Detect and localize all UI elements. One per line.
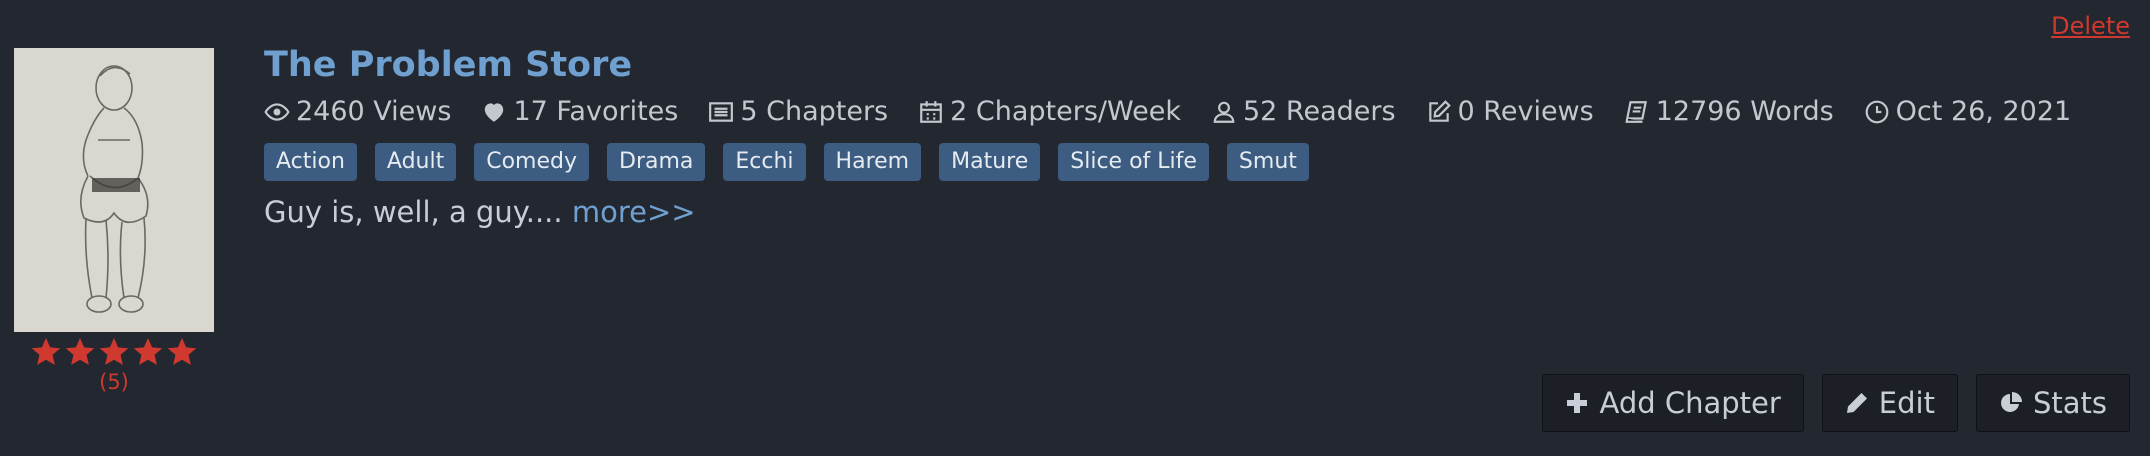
rating: (5) [14,336,214,394]
tag-slice-of-life[interactable]: Slice of Life [1058,143,1209,181]
stats-row: 2460 Views 17 Favorites 5 Chapters 2 Cha… [264,96,2130,127]
more-link[interactable]: more>> [572,195,696,229]
edit-button[interactable]: Edit [1821,374,1958,432]
tag-ecchi[interactable]: Ecchi [723,143,806,181]
tag-comedy[interactable]: Comedy [474,143,589,181]
words-label: 12796 Words [1655,96,1834,127]
action-buttons: Add Chapter Edit Stats [1542,374,2130,432]
rating-count: (5) [99,370,129,394]
rating-stars [14,336,214,368]
calendar-icon [920,100,942,123]
star-icon [167,338,197,365]
chapters-label: 5 Chapters [740,96,889,127]
reviews-stat: 0 Reviews [1426,96,1594,127]
tag-adult[interactable]: Adult [374,143,457,181]
star-icon [99,338,129,365]
list-icon [709,101,734,122]
story-details: The Problem Store 2460 Views 17 Favorite… [264,40,2130,229]
stats-button[interactable]: Stats [1975,374,2130,432]
description-text: Guy is, well, a guy.... [264,195,563,229]
add-chapter-button[interactable]: Add Chapter [1542,374,1804,432]
views-stat: 2460 Views [264,96,451,127]
user-icon [1213,101,1235,123]
star-icon [133,338,163,365]
story-title[interactable]: The Problem Store [264,40,632,90]
tag-action[interactable]: Action [264,143,357,181]
reviews-label: 0 Reviews [1457,96,1594,127]
readers-stat: 52 Readers [1211,96,1396,127]
tag-harem[interactable]: Harem [823,143,922,181]
tag-drama[interactable]: Drama [607,143,706,181]
frequency-label: 2 Chapters/Week [950,96,1181,127]
pencil-icon [1846,393,1867,413]
heart-icon [485,102,504,122]
date-label: Oct 26, 2021 [1895,96,2072,127]
book-icon [1625,100,1647,123]
favorites-label: 17 Favorites [513,96,679,127]
description: Guy is, well, a guy.... more>> [264,195,2130,229]
views-label: 2460 Views [296,96,452,127]
favorites-stat: 17 Favorites [481,96,678,127]
pie-chart-icon [2001,392,2022,412]
words-stat: 12796 Words [1624,96,1834,127]
frequency-stat: 2 Chapters/Week [918,96,1181,127]
delete-link[interactable]: Delete [2051,12,2130,40]
date-stat: Oct 26, 2021 [1864,96,2072,127]
tag-mature[interactable]: Mature [939,143,1041,181]
readers-label: 52 Readers [1242,96,1396,127]
tag-list: Action Adult Comedy Drama Ecchi Harem Ma… [264,143,2130,181]
clock-icon [1865,100,1889,123]
tag-smut[interactable]: Smut [1226,143,1309,181]
star-icon [31,338,61,365]
eye-icon [264,102,290,121]
plus-icon [1567,393,1588,413]
cover-image[interactable] [14,48,214,332]
add-chapter-label: Add Chapter [1599,386,1781,420]
edit-label: Edit [1878,386,1935,420]
chapters-stat: 5 Chapters [708,96,888,127]
star-icon [65,338,95,365]
stats-label: Stats [2032,386,2107,420]
edit-square-icon [1428,99,1451,122]
